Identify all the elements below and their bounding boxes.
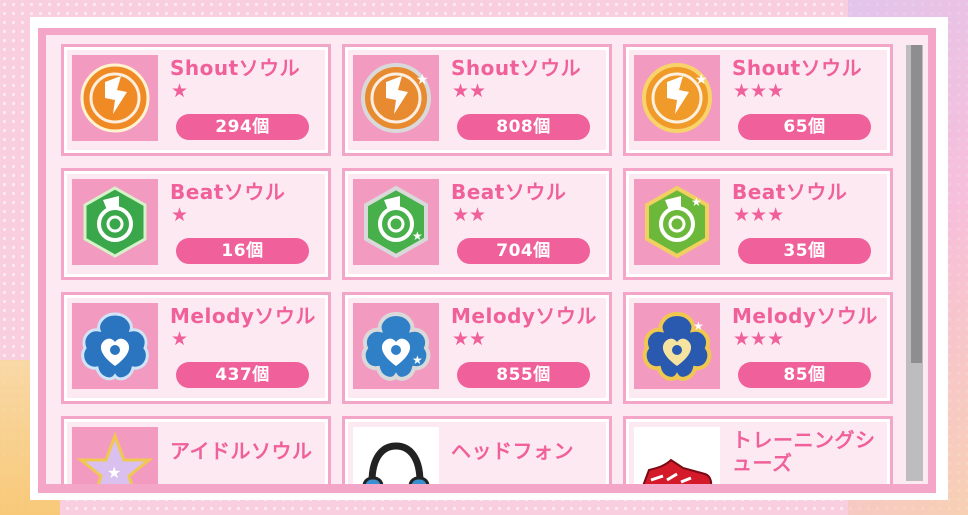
item-name: Melodyソウル [170,304,316,328]
item-card-shout-2[interactable]: ★ Shoutソウル ★★ 808個 [342,44,612,156]
item-count-badge: 704個 [457,238,590,264]
item-name: ヘッドフォン [451,439,574,463]
item-count-badge: 65個 [738,114,871,140]
item-count-badge: 294個 [176,114,309,140]
item-card-training-shoes[interactable]: トレーニングシューズ [623,416,893,485]
item-name: Shoutソウル [170,56,301,80]
item-rarity-stars: ★ [171,328,189,350]
shout-soul-icon: ★ [353,55,439,141]
beat-soul-icon: ★ [634,179,720,265]
item-rarity-stars: ★★★ [733,80,785,102]
item-name: Beatソウル [732,180,848,204]
item-name: Beatソウル [451,180,567,204]
item-card-beat-3[interactable]: ★ Beatソウル ★★★ 35個 [623,168,893,280]
item-rarity-stars: ★★ [452,204,487,226]
shout-soul-icon [72,55,158,141]
item-count-badge: 35個 [738,238,871,264]
item-name: Shoutソウル [732,56,863,80]
item-name: アイドルソウル [170,439,313,463]
item-name: トレーニングシューズ [732,428,876,475]
svg-text:★: ★ [107,463,121,482]
svg-text:★: ★ [691,195,702,209]
item-name: Beatソウル [170,180,286,204]
item-name: Melodyソウル [451,304,597,328]
svg-text:★: ★ [412,353,423,367]
item-rarity-stars: ★★ [452,80,487,102]
item-count-badge: 855個 [457,362,590,388]
item-card-idol-soul[interactable]: ★ アイドルソウル [61,416,331,485]
item-count-badge: 16個 [176,238,309,264]
svg-text:★: ★ [693,319,704,333]
item-card-melody-2[interactable]: ★ Melodyソウル ★★ 855個 [342,292,612,404]
item-rarity-stars: ★★★ [733,328,785,350]
idol-soul-icon: ★ [72,427,158,485]
item-card-shout-3[interactable]: ★ Shoutソウル ★★★ 65個 [623,44,893,156]
shout-soul-icon: ★ [634,55,720,141]
inventory-list[interactable]: Shoutソウル ★ 294個 ★ Shoutソウル ★★ 808個 ★ Sho… [46,35,928,485]
scrollbar-thumb[interactable] [911,45,922,363]
item-rarity-stars: ★★★ [733,204,785,226]
item-card-melody-1[interactable]: Melodyソウル ★ 437個 [61,292,331,404]
item-count-badge: 808個 [457,114,590,140]
beat-soul-icon [72,179,158,265]
headphone-icon [353,427,439,485]
item-rarity-stars: ★★ [452,328,487,350]
training-shoes-icon [634,427,720,485]
beat-soul-icon: ★ [353,179,439,265]
item-count-badge: 85個 [738,362,871,388]
melody-soul-icon [72,303,158,389]
svg-text:★: ★ [412,229,423,243]
svg-text:★: ★ [416,72,429,88]
melody-soul-icon: ★ [634,303,720,389]
item-name: Melodyソウル [732,304,878,328]
item-card-headphone[interactable]: ヘッドフォン [342,416,612,485]
inventory-panel-bottom-border [38,484,936,493]
svg-text:★: ★ [695,72,708,88]
item-rarity-stars: ★ [171,80,189,102]
item-card-melody-3[interactable]: ★ Melodyソウル ★★★ 85個 [623,292,893,404]
item-name: Shoutソウル [451,56,582,80]
melody-soul-icon: ★ [353,303,439,389]
item-rarity-stars: ★ [171,204,189,226]
item-count-badge: 437個 [176,362,309,388]
item-card-beat-1[interactable]: Beatソウル ★ 16個 [61,168,331,280]
item-card-beat-2[interactable]: ★ Beatソウル ★★ 704個 [342,168,612,280]
item-card-shout-1[interactable]: Shoutソウル ★ 294個 [61,44,331,156]
